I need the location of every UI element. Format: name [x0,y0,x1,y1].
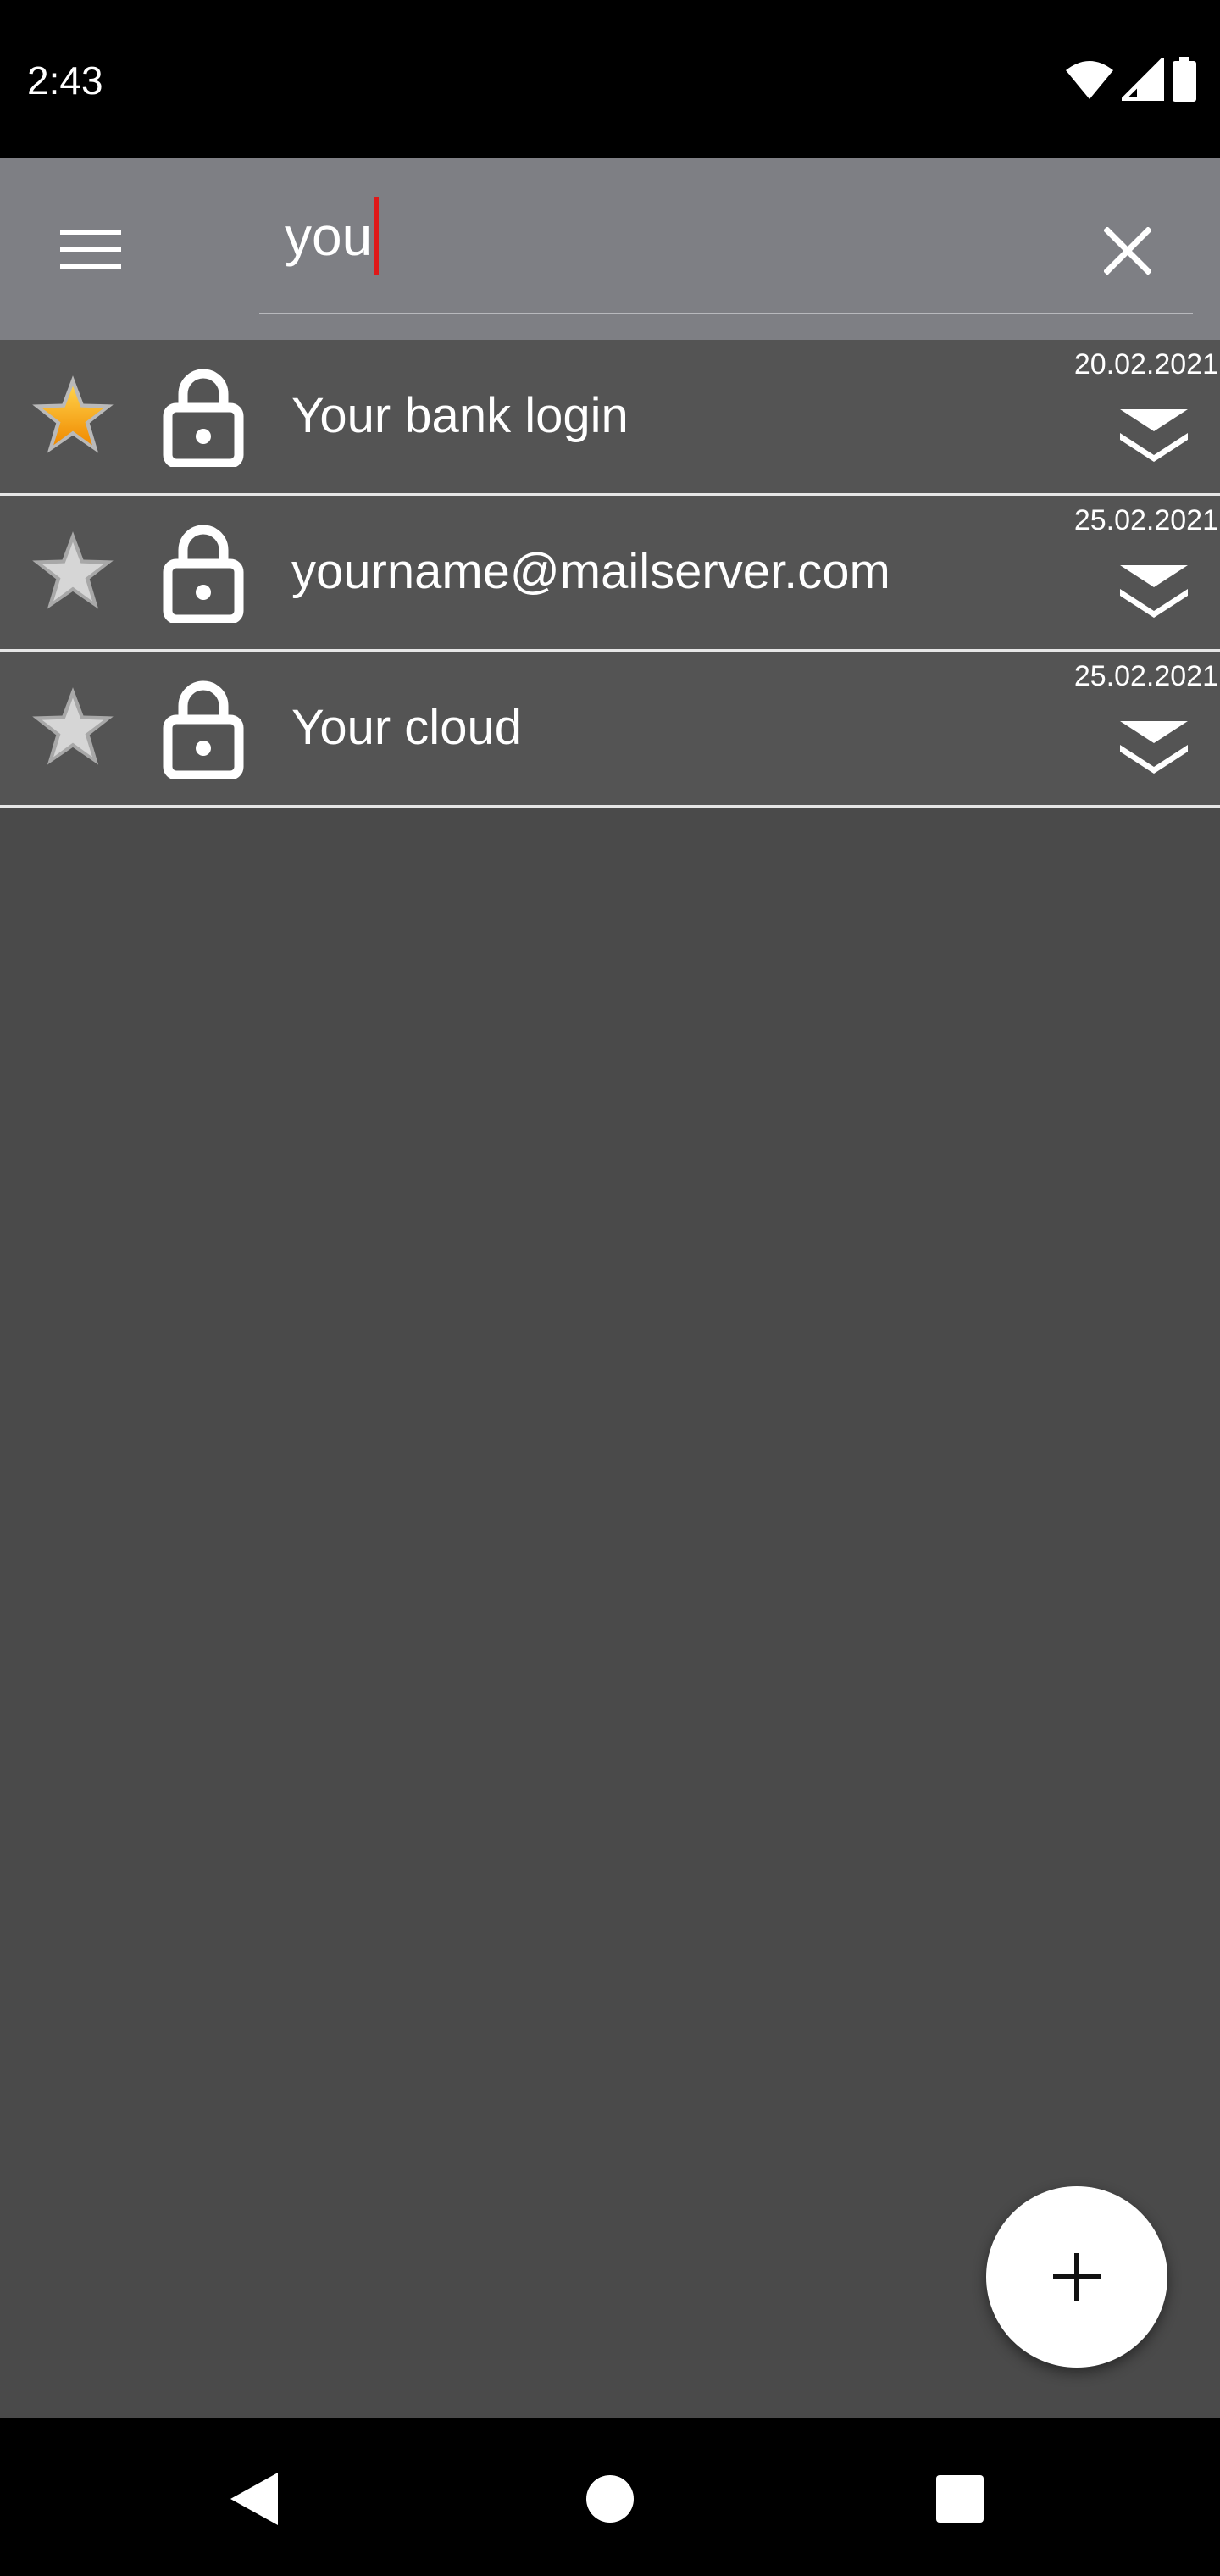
favorite-star-icon[interactable] [29,684,117,772]
expand-chevron-icon[interactable] [1120,564,1188,623]
entry-date: 20.02.2021 [1073,348,1218,380]
favorite-star-icon[interactable] [29,372,117,460]
list-item[interactable]: Your cloud 25.02.2021 [0,652,1220,808]
lock-icon [163,680,244,779]
battery-icon [1173,57,1196,102]
home-button[interactable] [563,2452,657,2545]
home-icon [586,2475,634,2523]
back-icon [230,2473,278,2525]
entry-title: yourname@mailserver.com [291,544,890,599]
list-item[interactable]: Your bank login 20.02.2021 [0,340,1220,496]
favorite-star-icon[interactable] [29,528,117,616]
entry-list: Your bank login 20.02.2021 yourname@mail… [0,340,1220,808]
status-time: 2:43 [27,58,103,103]
expand-chevron-icon[interactable] [1120,719,1188,779]
entry-date: 25.02.2021 [1073,504,1218,536]
entry-title: Your bank login [291,388,629,443]
list-item[interactable]: yourname@mailserver.com 25.02.2021 [0,496,1220,652]
clear-search-button[interactable] [1084,208,1171,294]
recents-button[interactable] [913,2452,1006,2545]
lock-icon [163,369,244,467]
navigation-bar [0,2418,1220,2576]
expand-chevron-icon[interactable] [1120,408,1188,467]
status-icons [1064,56,1198,103]
hamburger-menu-icon [60,230,121,269]
text-caret [374,197,380,275]
wifi-icon [1066,61,1113,99]
plus-icon [1053,2253,1101,2301]
add-entry-button[interactable] [986,2186,1167,2368]
back-button[interactable] [208,2452,301,2545]
status-bar: 2:43 [0,0,1220,158]
search-field[interactable]: you [259,189,1193,314]
search-input-text: you [285,206,373,267]
entry-title: Your cloud [291,700,522,755]
recents-icon [936,2475,984,2523]
menu-button[interactable] [51,209,130,289]
search-input[interactable]: you [285,189,1047,284]
entry-date: 25.02.2021 [1073,660,1218,692]
search-toolbar: you [0,158,1220,340]
close-icon [1104,227,1151,275]
lock-icon [163,525,244,623]
cell-signal-icon [1122,58,1164,101]
